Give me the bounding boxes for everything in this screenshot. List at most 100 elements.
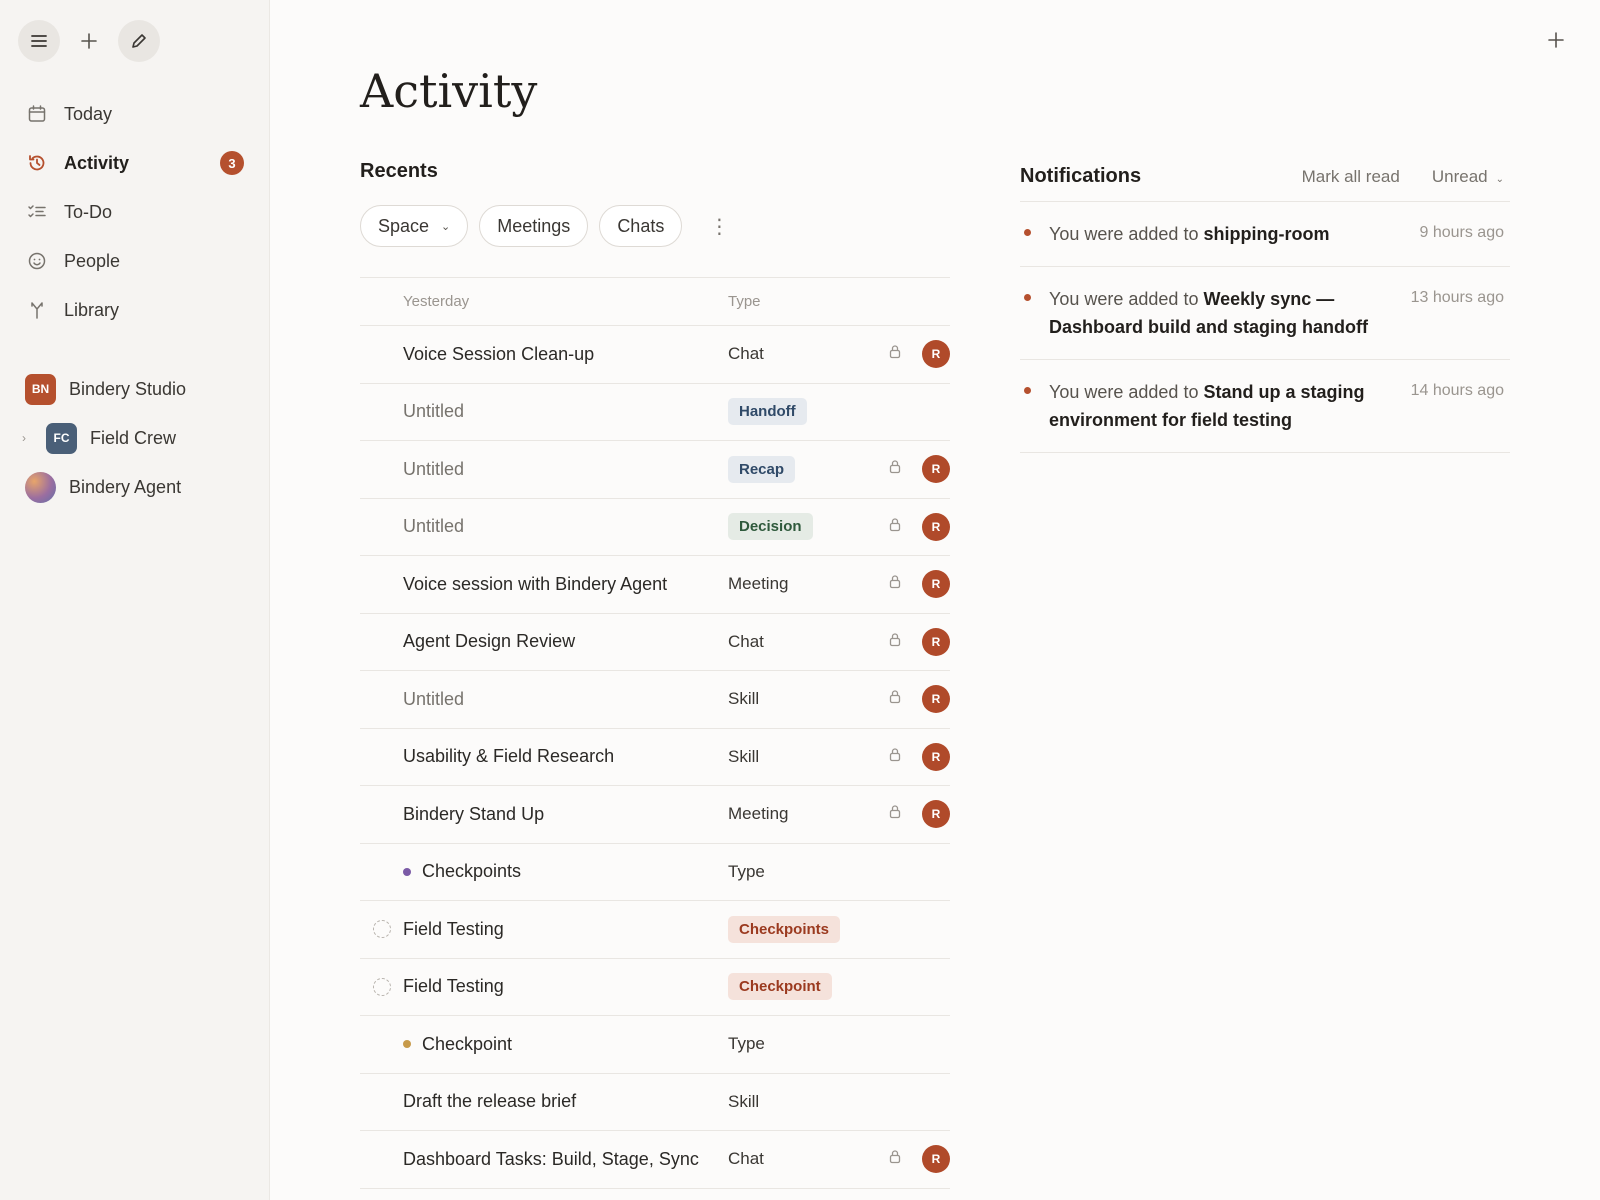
sidebar-item-label: Today (64, 103, 113, 124)
new-button[interactable] (68, 20, 110, 62)
table-row[interactable]: Agent Design Review Chat R (360, 614, 950, 671)
row-type: Skill (728, 746, 760, 766)
status-circle-icon[interactable] (372, 977, 391, 996)
menu-button[interactable] (18, 20, 60, 62)
sidebar-item-library[interactable]: Library (14, 288, 254, 332)
row-name: Untitled (403, 516, 465, 537)
sidebar-item-label: People (64, 250, 121, 271)
chevron-down-icon: ⌄ (1495, 173, 1504, 185)
table-row[interactable]: Untitled Recap R (360, 441, 950, 499)
table-row[interactable]: Untitled Handoff (360, 384, 950, 441)
table-row[interactable]: Checkpoints Type (360, 844, 950, 901)
notifications-list: You were added to shipping-room 9 hours a… (1020, 202, 1510, 453)
avatar[interactable]: R (922, 570, 950, 599)
chats-filter-button[interactable]: Chats (599, 205, 683, 247)
lock-icon (888, 459, 902, 479)
chevron-right-icon[interactable]: › (22, 431, 36, 445)
avatar[interactable]: R (922, 742, 950, 771)
filter-label: Space (378, 215, 430, 236)
lock-icon (888, 1149, 902, 1169)
table-row[interactable]: Untitled Skill R (360, 671, 950, 729)
type-tag: Checkpoints (728, 915, 841, 943)
agent-bindery-agent[interactable]: Bindery Agent (14, 464, 254, 510)
avatar[interactable]: R (922, 685, 950, 714)
space-field-crew[interactable]: › FC Field Crew (14, 415, 254, 461)
row-type: Skill (728, 689, 760, 709)
color-dot-icon (403, 1040, 411, 1049)
row-name: Bindery Stand Up (403, 803, 545, 824)
lock-icon (888, 344, 902, 364)
sidebar-item-today[interactable]: Today (14, 92, 254, 136)
lock-icon (888, 689, 902, 709)
avatar[interactable]: R (922, 340, 950, 369)
table-row[interactable]: Field Testing Checkpoint (360, 959, 950, 1016)
lock-icon (888, 517, 902, 537)
row-name: Draft the release brief (403, 1091, 577, 1112)
row-name: Field Testing (403, 918, 504, 939)
filter-label: Meetings (497, 215, 571, 236)
avatar[interactable]: R (922, 455, 950, 484)
sidebar-item-people[interactable]: People (14, 239, 254, 283)
unread-dot-icon (1024, 294, 1031, 301)
notification-item[interactable]: You were added to Stand up a staging env… (1020, 360, 1510, 453)
unread-filter-dropdown[interactable]: Unread ⌄ (1432, 167, 1504, 187)
space-label: Bindery Studio (69, 378, 187, 399)
history-icon (26, 152, 48, 174)
chevron-down-icon: ⌄ (441, 220, 451, 233)
table-row[interactable]: Voice Session Clean-up Chat R (360, 326, 950, 384)
more-options-icon[interactable]: ⋮ (709, 214, 729, 239)
row-name: Untitled (403, 688, 465, 709)
notification-target: shipping-room (1203, 224, 1330, 244)
table-row[interactable]: Untitled Decision R (360, 499, 950, 556)
table-row[interactable]: Voice session with Bindery Agent Meeting R (360, 556, 950, 614)
agent-avatar (25, 471, 56, 503)
sidebar-item-todo[interactable]: To-Do (14, 190, 254, 234)
lock-icon (888, 804, 902, 824)
table-row[interactable]: Bindery Stand Up Meeting R (360, 786, 950, 844)
avatar[interactable]: R (922, 627, 950, 656)
row-name: Dashboard Tasks: Build, Stage, Sync (403, 1148, 699, 1169)
avatar[interactable]: R (922, 1145, 950, 1174)
space-avatar: BN (25, 373, 56, 405)
notifications-title: Notifications (1020, 165, 1142, 187)
compose-button[interactable] (118, 20, 160, 62)
space-avatar: FC (46, 422, 77, 454)
table-row[interactable]: Checkpoint Type (360, 1016, 950, 1074)
space-bindery-studio[interactable]: BN Bindery Studio (14, 366, 254, 412)
row-type: Meeting (728, 574, 789, 594)
notification-item[interactable]: You were added to shipping-room 9 hours a… (1020, 202, 1510, 267)
plus-icon (81, 33, 97, 49)
avatar[interactable]: R (922, 512, 950, 541)
pencil-icon (132, 34, 146, 48)
notifications-panel: Notifications Mark all read Unread ⌄ You … (1020, 160, 1510, 453)
mark-all-read-button[interactable]: Mark all read (1302, 167, 1400, 187)
table-row[interactable]: Field Testing Checkpoints (360, 901, 950, 959)
recents-table: Yesterday Type Voice Session Clean-up Cha… (360, 277, 950, 1189)
lock-icon (888, 632, 902, 652)
table-row[interactable]: Dashboard Tasks: Build, Stage, Sync Chat R (360, 1131, 950, 1189)
avatar[interactable]: R (922, 800, 950, 829)
plus-icon (1548, 32, 1564, 48)
table-row[interactable]: Draft the release brief Skill (360, 1074, 950, 1131)
sidebar-item-label: Activity (64, 152, 130, 173)
sidebar-nav: Today Activity 3 To-Do People Library (14, 92, 254, 337)
status-circle-icon[interactable] (372, 920, 391, 939)
notification-prefix: You were added to (1049, 289, 1204, 309)
sidebar-item-activity[interactable]: Activity 3 (14, 141, 254, 185)
recents-filters: Space ⌄ Meetings Chats ⋮ (360, 205, 729, 247)
notification-time: 13 hours ago (1410, 289, 1504, 306)
smile-icon (26, 250, 48, 272)
meetings-filter-button[interactable]: Meetings (479, 205, 589, 247)
row-type: Skill (728, 1091, 760, 1111)
notification-time: 9 hours ago (1419, 224, 1504, 241)
table-row[interactable]: Usability & Field Research Skill R (360, 729, 950, 786)
space-filter-dropdown[interactable]: Space ⌄ (360, 205, 469, 247)
recents-heading: Recents (360, 160, 438, 182)
notification-item[interactable]: You were added to Weekly sync — Dashboar… (1020, 267, 1510, 360)
sidebar: Today Activity 3 To-Do People Library BN… (0, 0, 270, 1200)
column-header-name: Yesterday (403, 293, 470, 310)
add-page-button[interactable] (1546, 26, 1566, 57)
notification-prefix: You were added to (1049, 382, 1204, 402)
type-tag: Recap (728, 455, 796, 483)
row-type: Type (728, 861, 765, 881)
